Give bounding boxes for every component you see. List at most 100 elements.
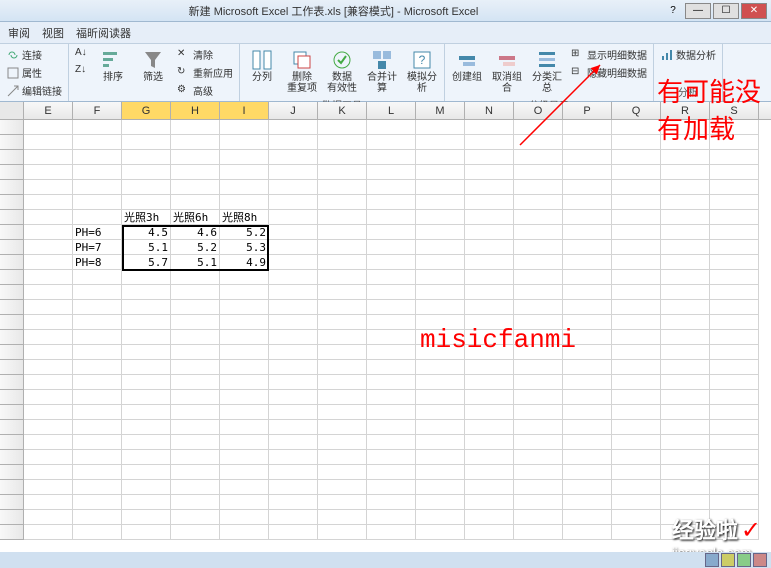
cell[interactable]: [171, 285, 220, 300]
cell[interactable]: [171, 165, 220, 180]
cell[interactable]: [514, 165, 563, 180]
cell[interactable]: [710, 435, 759, 450]
cell[interactable]: [24, 225, 73, 240]
connections-button[interactable]: 连接: [4, 46, 64, 63]
cell[interactable]: [612, 285, 661, 300]
show-detail-button[interactable]: ⊞显示明细数据: [569, 46, 649, 63]
cell[interactable]: [563, 240, 612, 255]
cell[interactable]: [269, 435, 318, 450]
cell[interactable]: [171, 330, 220, 345]
clear-filter-button[interactable]: ✕清除: [175, 46, 235, 63]
cell[interactable]: [710, 360, 759, 375]
cell[interactable]: [367, 330, 416, 345]
cell[interactable]: [514, 120, 563, 135]
row-header[interactable]: [0, 315, 24, 330]
column-header-I[interactable]: I: [220, 102, 269, 119]
cell[interactable]: [122, 360, 171, 375]
ungroup-button[interactable]: 取消组合: [489, 46, 525, 96]
cell[interactable]: [73, 135, 122, 150]
row-header[interactable]: [0, 450, 24, 465]
cell[interactable]: [514, 270, 563, 285]
cell[interactable]: [465, 150, 514, 165]
cell[interactable]: [24, 390, 73, 405]
cell[interactable]: [122, 270, 171, 285]
cell[interactable]: [73, 435, 122, 450]
cell[interactable]: [563, 210, 612, 225]
column-header-P[interactable]: P: [563, 102, 612, 119]
sort-za-button[interactable]: Z↓: [73, 63, 91, 79]
cell[interactable]: [269, 420, 318, 435]
cell[interactable]: [563, 525, 612, 540]
cell[interactable]: [367, 495, 416, 510]
cell[interactable]: [73, 390, 122, 405]
cell[interactable]: [318, 450, 367, 465]
cell[interactable]: [24, 165, 73, 180]
cell[interactable]: [171, 450, 220, 465]
cell[interactable]: 5.1: [171, 255, 220, 270]
cell[interactable]: [661, 135, 710, 150]
cell[interactable]: [563, 300, 612, 315]
cell[interactable]: [269, 135, 318, 150]
row-header[interactable]: [0, 495, 24, 510]
row-header[interactable]: [0, 480, 24, 495]
tab-review[interactable]: 审阅: [8, 25, 30, 41]
cell[interactable]: [24, 405, 73, 420]
cell[interactable]: [318, 345, 367, 360]
sort-az-button[interactable]: A↓: [73, 46, 91, 62]
cell[interactable]: [465, 465, 514, 480]
cell[interactable]: PH=6: [73, 225, 122, 240]
column-header-J[interactable]: J: [269, 102, 318, 119]
row-header[interactable]: [0, 165, 24, 180]
cell[interactable]: [122, 405, 171, 420]
cell[interactable]: [318, 390, 367, 405]
cell[interactable]: [269, 180, 318, 195]
cell[interactable]: [367, 240, 416, 255]
cell[interactable]: [24, 270, 73, 285]
cell[interactable]: [73, 285, 122, 300]
row-header[interactable]: [0, 510, 24, 525]
cell[interactable]: [367, 255, 416, 270]
cell[interactable]: [171, 420, 220, 435]
row-header[interactable]: [0, 285, 24, 300]
cell[interactable]: [563, 270, 612, 285]
tray-icon[interactable]: [705, 553, 719, 567]
cell[interactable]: [416, 450, 465, 465]
cell[interactable]: [171, 135, 220, 150]
cell[interactable]: [612, 300, 661, 315]
cell[interactable]: [318, 225, 367, 240]
cell[interactable]: [367, 195, 416, 210]
cell[interactable]: [220, 330, 269, 345]
cell[interactable]: [416, 420, 465, 435]
cell[interactable]: [416, 435, 465, 450]
cell[interactable]: [73, 360, 122, 375]
cell[interactable]: [73, 165, 122, 180]
cell[interactable]: [367, 225, 416, 240]
cell[interactable]: [122, 435, 171, 450]
cell[interactable]: [367, 435, 416, 450]
cell[interactable]: [465, 195, 514, 210]
cell[interactable]: [514, 495, 563, 510]
cell[interactable]: [416, 330, 465, 345]
cell[interactable]: [416, 300, 465, 315]
cell[interactable]: [563, 495, 612, 510]
cell[interactable]: [367, 420, 416, 435]
cell[interactable]: [122, 390, 171, 405]
cell[interactable]: [269, 240, 318, 255]
cell[interactable]: [24, 495, 73, 510]
cell[interactable]: [24, 435, 73, 450]
cell[interactable]: [122, 450, 171, 465]
cell[interactable]: [416, 255, 465, 270]
cell[interactable]: [710, 420, 759, 435]
cell[interactable]: [122, 150, 171, 165]
column-header-E[interactable]: E: [24, 102, 73, 119]
cell[interactable]: PH=8: [73, 255, 122, 270]
remove-duplicates-button[interactable]: 删除 重复项: [284, 46, 320, 96]
cell[interactable]: [416, 150, 465, 165]
cell[interactable]: [514, 480, 563, 495]
row-header[interactable]: [0, 465, 24, 480]
cell[interactable]: [416, 315, 465, 330]
cell[interactable]: [122, 330, 171, 345]
cell[interactable]: [122, 345, 171, 360]
cell[interactable]: [73, 465, 122, 480]
cell[interactable]: [612, 135, 661, 150]
